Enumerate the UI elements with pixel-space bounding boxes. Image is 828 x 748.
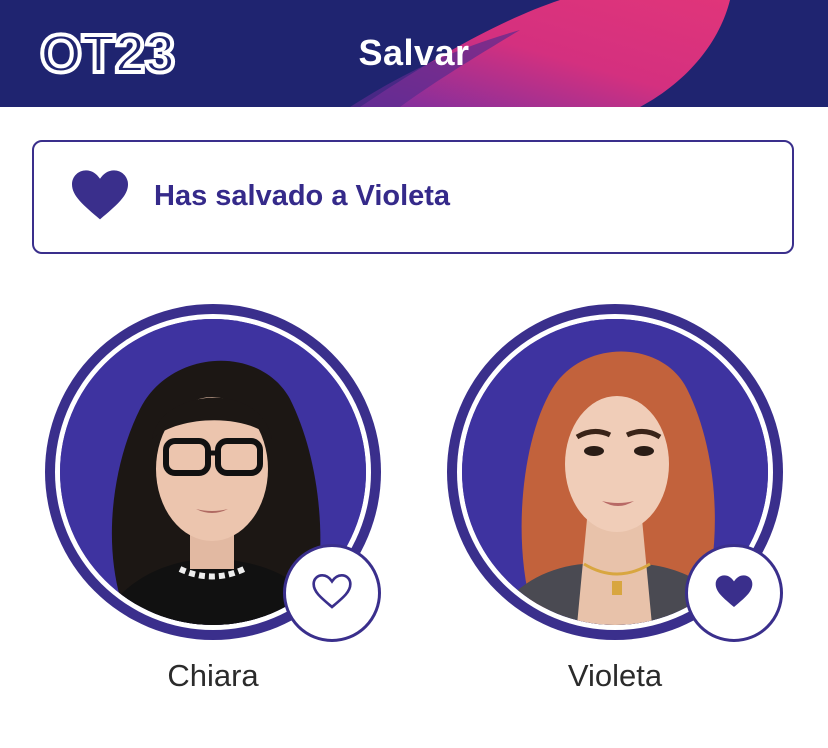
contestant-card-violeta: Violeta [447, 304, 783, 724]
heart-filled-icon [715, 575, 753, 607]
ot23-logo: OT23 [40, 22, 177, 78]
page-title: Salvar [358, 32, 470, 73]
contestant-card-chiara: Chiara [45, 304, 381, 724]
save-button-violeta[interactable] [685, 544, 783, 642]
banner-message: Has salvado a Violeta [154, 180, 451, 212]
svg-text:OT23: OT23 [40, 24, 175, 78]
app-header: OT23 Salvar [0, 0, 828, 107]
saved-confirmation-banner: Has salvado a Violeta [32, 140, 794, 254]
save-button-chiara[interactable] [283, 544, 381, 642]
contestant-name-violeta: Violeta [567, 658, 663, 693]
heart-filled-icon [72, 170, 128, 220]
heart-outline-icon [312, 573, 352, 609]
contestant-name-chiara: Chiara [167, 658, 259, 693]
